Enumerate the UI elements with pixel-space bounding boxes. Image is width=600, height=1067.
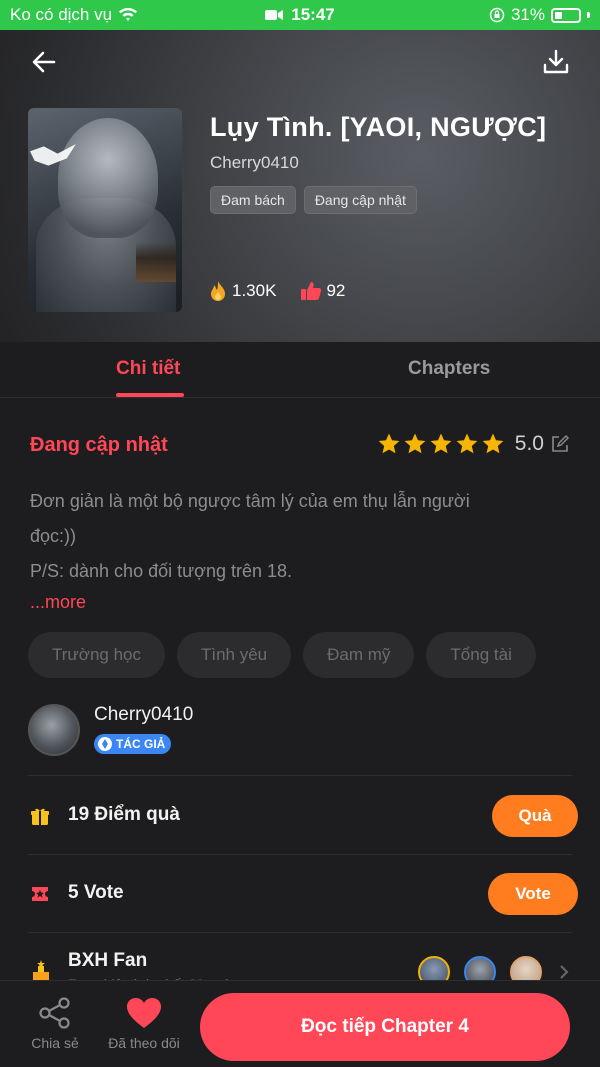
- heart-icon: [127, 998, 161, 1028]
- thumbs-up-icon: [301, 282, 322, 300]
- more-link[interactable]: ...more: [30, 592, 86, 613]
- book-cover-image[interactable]: [28, 108, 182, 312]
- genre-chip[interactable]: Tổng tài: [426, 632, 536, 678]
- book-stats: 1.30K 92: [208, 280, 345, 302]
- orientation-lock-icon: [489, 7, 505, 23]
- author-badge-label: TÁC GIẢ: [116, 737, 166, 751]
- tab-detail[interactable]: Chi tiết: [116, 358, 180, 380]
- genre-chip[interactable]: Trường học: [28, 632, 165, 678]
- update-status: Đang cập nhật: [30, 434, 168, 456]
- status-left: Ko có dịch vụ: [10, 5, 489, 25]
- likes-count: 92: [326, 281, 346, 300]
- ticket-icon: [32, 887, 48, 901]
- wifi-icon: [119, 7, 138, 21]
- detail-tabs: Chi tiết Chapters: [0, 342, 600, 398]
- genre-chip[interactable]: Đam mỹ: [303, 632, 415, 678]
- share-label: Chia sẻ: [31, 1035, 79, 1051]
- fan-ranking-title: BXH Fan: [68, 950, 148, 971]
- pen-icon: [98, 737, 112, 751]
- share-icon: [39, 997, 70, 1029]
- genre-chip[interactable]: Tình yêu: [176, 632, 292, 678]
- genre-list: Trường học Tình yêu Đam mỹ Tổng tài: [28, 632, 536, 678]
- download-icon[interactable]: [540, 46, 572, 78]
- book-tags: Đam bách Đang cập nhật: [210, 186, 417, 214]
- star-icon: [404, 433, 426, 454]
- book-title: Lụy Tình. [YAOI, NGƯỢC]: [210, 112, 547, 142]
- battery-tip: [587, 12, 590, 18]
- bottom-action-bar: Chia sẻ Đã theo dõi Đọc tiếp Chapter 4: [0, 980, 600, 1067]
- star-icon: [456, 433, 478, 454]
- continue-reading-button[interactable]: Đọc tiếp Chapter 4: [200, 993, 570, 1061]
- chevron-right-icon: [560, 965, 569, 979]
- share-button[interactable]: Chia sẻ: [28, 997, 82, 1051]
- tag-chip: Đang cập nhật: [303, 186, 417, 214]
- gift-points: 19 Điểm quà: [68, 804, 180, 825]
- fire-icon: [211, 281, 225, 301]
- arrow-left-icon[interactable]: [28, 46, 60, 78]
- author-card[interactable]: Cherry0410 TÁC GIẢ: [28, 702, 572, 776]
- status-bar: Ko có dịch vụ 15:47 31%: [0, 0, 600, 30]
- vote-count: 5 Vote: [68, 882, 124, 903]
- likes-stat: 92: [300, 281, 345, 301]
- fan-ranking-row[interactable]: BXH Fan Fan nhiệt tình nhất 30 ngày: [28, 934, 572, 984]
- follow-label: Đã theo dõi: [108, 1035, 180, 1051]
- follow-button[interactable]: Đã theo dõi: [104, 997, 184, 1051]
- star-icon: [378, 433, 400, 454]
- description-line: đọc:)): [30, 526, 77, 546]
- status-right: 31%: [489, 5, 590, 25]
- book-author[interactable]: Cherry0410: [210, 153, 299, 173]
- gift-row: 19 Điểm quà Quà: [28, 777, 578, 855]
- tab-chapters[interactable]: Chapters: [408, 358, 490, 380]
- star-icon: [482, 433, 504, 454]
- book-header: Lụy Tình. [YAOI, NGƯỢC] Cherry0410 Đam b…: [0, 30, 600, 342]
- battery-percent: 31%: [510, 5, 545, 24]
- description-line: Đơn giản là một bộ ngược tâm lý của em t…: [30, 491, 470, 511]
- description: Đơn giản là một bộ ngược tâm lý của em t…: [30, 484, 570, 589]
- gift-button[interactable]: Quà: [492, 795, 578, 837]
- edit-icon[interactable]: [550, 434, 570, 454]
- active-tab-indicator: [116, 393, 184, 397]
- views-count: 1.30K: [232, 281, 277, 300]
- carrier-text: Ko có dịch vụ: [10, 5, 113, 24]
- description-line: P/S: dành cho đối tượng trên 18.: [30, 561, 293, 581]
- battery-icon: [551, 7, 581, 23]
- rating: 5.0: [377, 432, 570, 456]
- vote-row: 5 Vote Vote: [28, 855, 578, 933]
- gift-icon: [31, 808, 49, 825]
- vote-button[interactable]: Vote: [488, 873, 578, 915]
- star-icon: [430, 433, 452, 454]
- author-badge: TÁC GIẢ: [94, 734, 172, 754]
- views-stat: 1.30K: [208, 280, 276, 302]
- author-name: Cherry0410: [94, 704, 194, 725]
- avatar[interactable]: [28, 704, 80, 756]
- rating-value: 5.0: [514, 432, 544, 455]
- tag-chip: Đam bách: [210, 186, 296, 214]
